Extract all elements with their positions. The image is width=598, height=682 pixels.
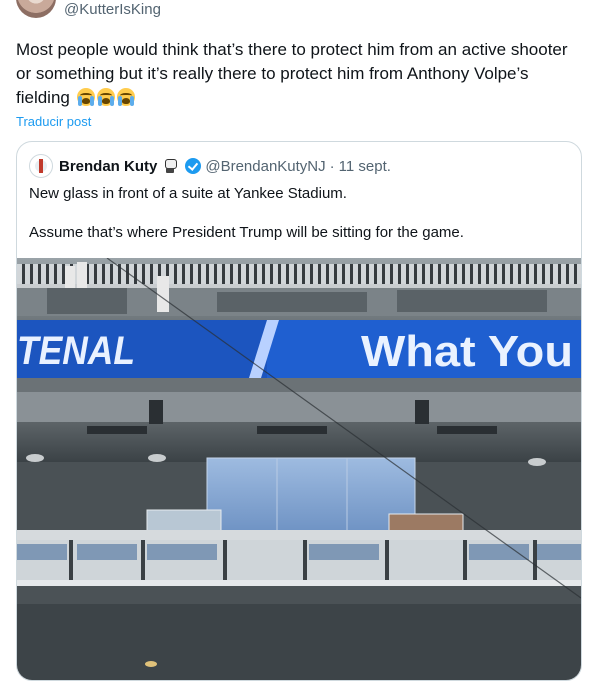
glass-panel (206, 457, 416, 533)
quoted-tweet[interactable]: Brendan Kuty @BrendanKutyNJ · 11 sept. N… (16, 141, 582, 681)
scoreboard-right-text: What You (361, 327, 573, 376)
translate-post-link[interactable]: Traducir post (16, 114, 91, 129)
quoted-text: New glass in front of a suite at Yankee … (29, 184, 569, 262)
verified-badge-icon (185, 158, 202, 174)
mime-face-icon (163, 158, 178, 174)
author-handle[interactable]: @KutterIsKing (64, 1, 161, 18)
tweet-text: Most people would think that’s there to … (16, 38, 576, 110)
quoted-line-2: Assume that’s where President Trump will… (29, 224, 464, 241)
quoted-header: Brendan Kuty @BrendanKutyNJ · 11 sept. (29, 154, 391, 178)
quoted-line-1: New glass in front of a suite at Yankee … (29, 185, 347, 202)
quoted-author-name[interactable]: Brendan Kuty (59, 158, 157, 175)
scoreboard-left-text: TENAL (17, 329, 135, 373)
quoted-date[interactable]: 11 sept. (339, 158, 391, 175)
loudly-crying-face-icon (96, 88, 115, 106)
quoted-author-handle[interactable]: @BrendanKutyNJ (205, 158, 325, 175)
quoted-avatar[interactable] (29, 154, 53, 178)
author-avatar[interactable] (16, 0, 56, 18)
loudly-crying-face-icon (76, 88, 95, 106)
quoted-photo[interactable]: TENAL What You (17, 258, 581, 680)
separator-dot: · (329, 157, 335, 175)
loudly-crying-face-icon (116, 88, 135, 106)
